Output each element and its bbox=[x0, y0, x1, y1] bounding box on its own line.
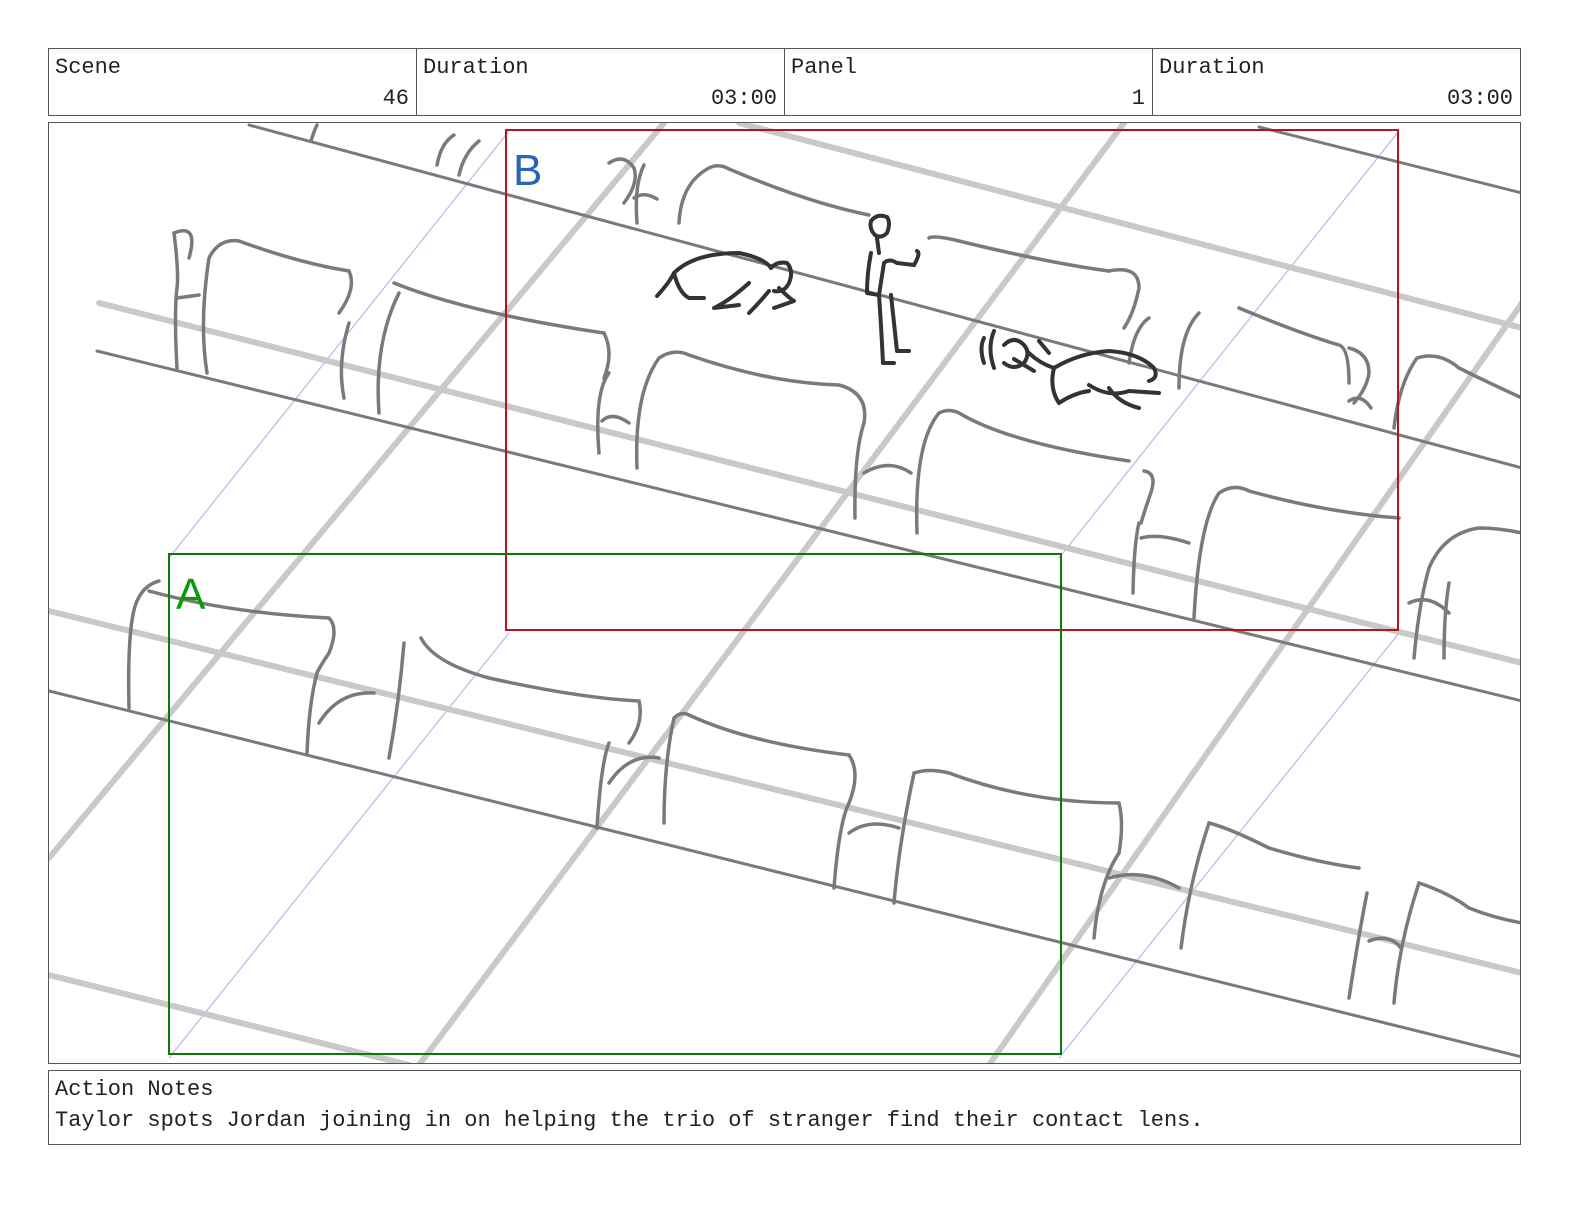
scene-cell: Scene 46 bbox=[49, 49, 417, 115]
panel-duration-value: 03:00 bbox=[1446, 86, 1513, 111]
action-notes-title: Action Notes bbox=[55, 1077, 214, 1102]
action-notes-text: Taylor spots Jordan joining in on helpin… bbox=[55, 1108, 1204, 1133]
panel-cell: Panel 1 bbox=[785, 49, 1153, 115]
panel-duration-label: Duration bbox=[1159, 55, 1265, 80]
storyboard-panel: B A bbox=[48, 122, 1521, 1064]
frame-a-label: A bbox=[176, 570, 206, 619]
scene-duration-cell: Duration 03:00 bbox=[417, 49, 785, 115]
seats-top bbox=[309, 123, 637, 205]
panel-number: 1 bbox=[1131, 86, 1145, 111]
frame-b-label: B bbox=[513, 146, 542, 195]
seats-row-1 bbox=[435, 133, 1520, 430]
scene-duration-label: Duration bbox=[423, 55, 529, 80]
panel-header: Scene 46 Duration 03:00 Panel 1 Duration… bbox=[48, 48, 1521, 116]
scene-duration-value: 03:00 bbox=[710, 86, 777, 111]
panel-duration-cell: Duration 03:00 bbox=[1153, 49, 1520, 115]
action-notes: Action Notes Taylor spots Jordan joining… bbox=[48, 1070, 1521, 1145]
character-standing-jordan bbox=[865, 213, 921, 365]
character-crawling-left bbox=[655, 251, 796, 315]
panel-label: Panel bbox=[791, 55, 858, 80]
seats-row-3 bbox=[126, 579, 1520, 1005]
scene-number: 46 bbox=[382, 86, 409, 111]
storyboard-sketch: B A bbox=[49, 123, 1520, 1063]
scene-label: Scene bbox=[55, 55, 122, 80]
